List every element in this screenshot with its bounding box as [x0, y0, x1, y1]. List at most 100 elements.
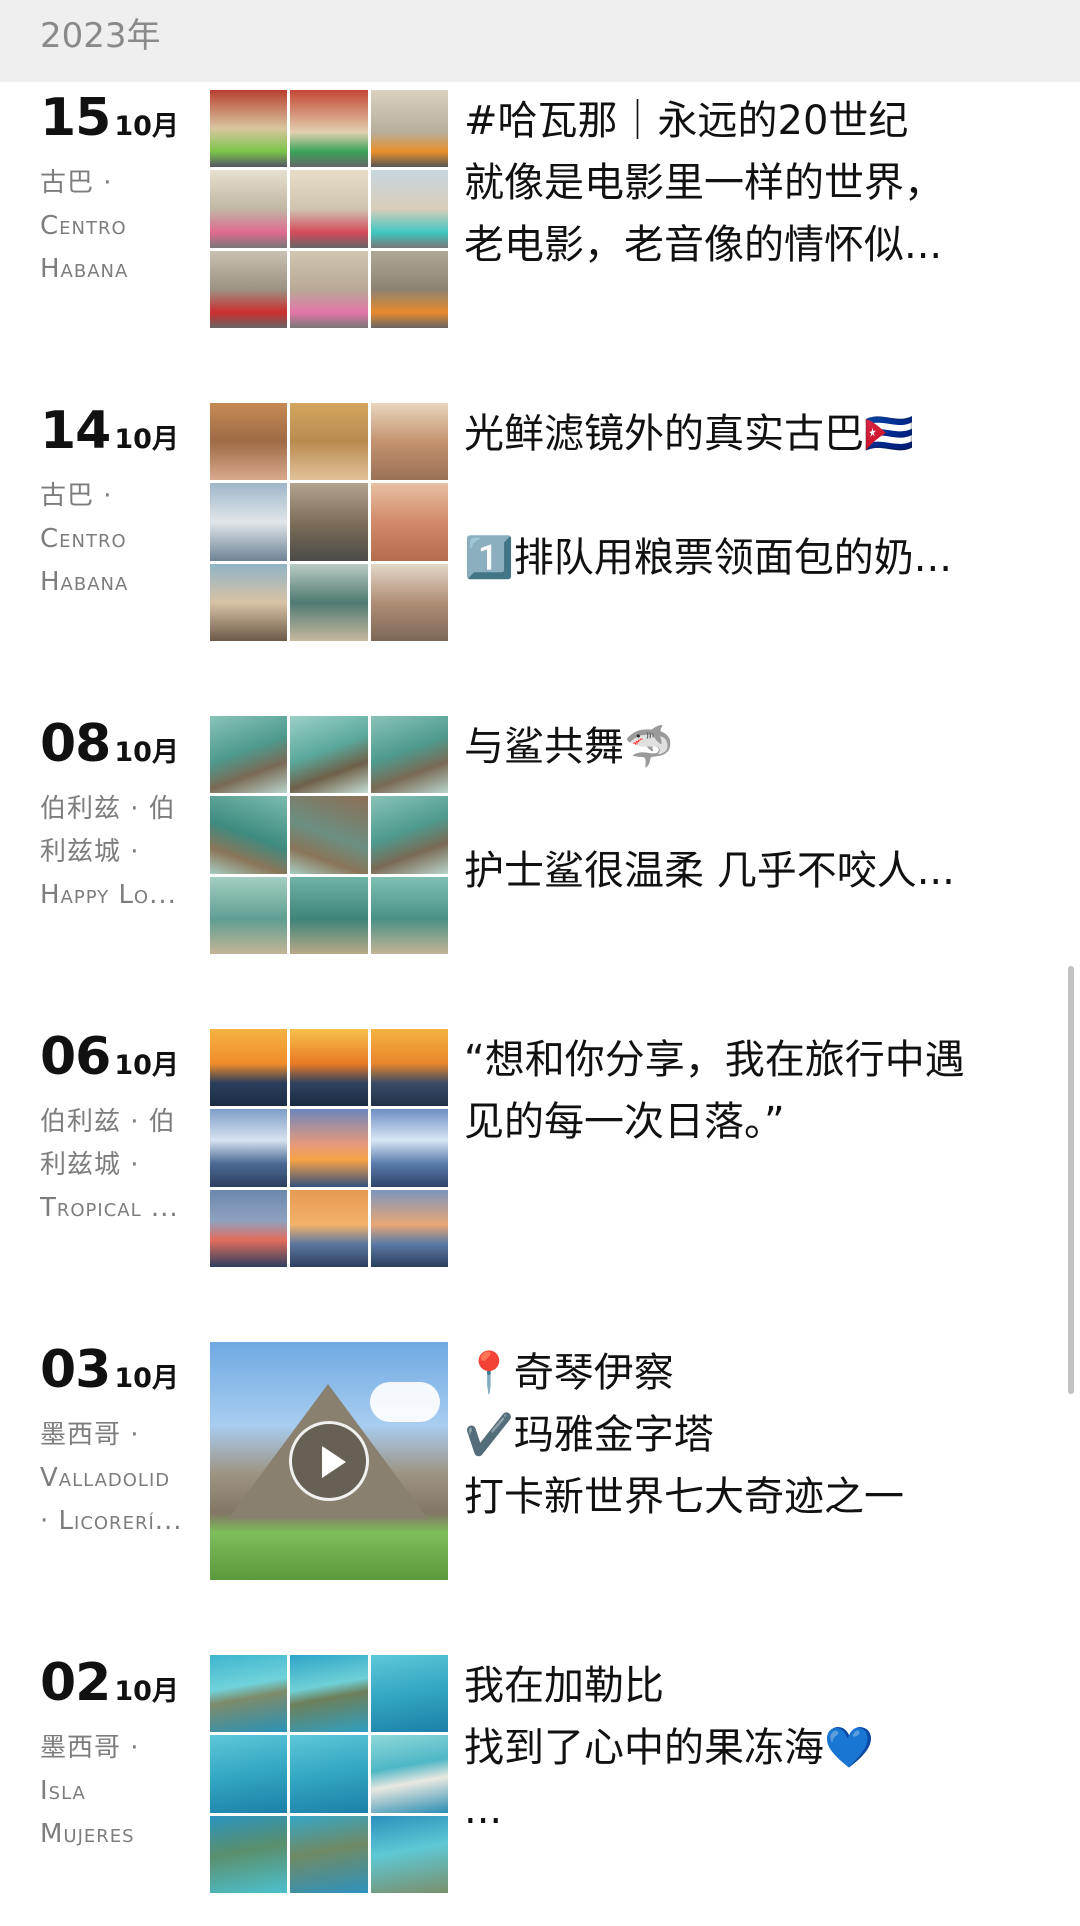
photo-thumbnail[interactable] [290, 250, 368, 328]
location-line: Habana [40, 567, 129, 597]
location-line: 伯利兹 · 伯 [40, 794, 176, 824]
photo-thumbnail[interactable] [370, 563, 448, 641]
photo-thumbnail[interactable] [370, 403, 448, 481]
photo-thumbnail[interactable] [290, 716, 368, 794]
photo-thumbnail[interactable] [290, 90, 368, 168]
location-line: Happy Lo... [40, 880, 177, 910]
photo-thumbnail[interactable] [210, 1189, 288, 1267]
photo-thumbnail[interactable] [290, 170, 368, 248]
photo-thumbnail[interactable] [370, 1735, 448, 1813]
photo-grid[interactable] [210, 1655, 448, 1893]
photo-thumbnail[interactable] [210, 1109, 288, 1187]
post-text-line [464, 465, 1044, 527]
photo-thumbnail[interactable] [210, 170, 288, 248]
photo-thumbnail[interactable] [370, 1109, 448, 1187]
moment-post[interactable]: 08 10月 伯利兹 · 伯 利兹城 · Happy Lo... 与鲨共舞🦈 护士… [0, 716, 1080, 956]
photo-grid[interactable] [210, 716, 448, 954]
photo-thumbnail[interactable] [210, 90, 288, 168]
moment-post[interactable]: 06 10月 伯利兹 · 伯 利兹城 · Tropical ... “想和你分享，… [0, 1029, 1080, 1269]
year-label: 2023年 [40, 16, 161, 56]
play-icon[interactable] [289, 1421, 369, 1501]
post-text-line: 就像是电影里一样的世界， [464, 160, 944, 206]
photo-thumbnail[interactable] [210, 250, 288, 328]
location-line: · Licorerí... [40, 1506, 183, 1536]
post-text-line [464, 778, 1044, 840]
photo-thumbnail[interactable] [210, 403, 288, 481]
location-line: 利兹城 · [40, 1150, 140, 1180]
post-location[interactable]: 伯利兹 · 伯 利兹城 · Tropical ... [40, 1101, 190, 1230]
photo-thumbnail[interactable] [370, 483, 448, 561]
video-thumbnail[interactable] [210, 1342, 448, 1580]
post-text[interactable]: #哈瓦那｜永远的20世纪 就像是电影里一样的世界， 老电影，老音像的情怀似... [464, 90, 1044, 276]
photo-grid[interactable] [210, 403, 448, 641]
location-line: Tropical ... [40, 1193, 179, 1223]
photo-thumbnail[interactable] [210, 1655, 288, 1733]
location-line: Valladolid [40, 1463, 171, 1493]
photo-thumbnail[interactable] [210, 1735, 288, 1813]
photo-thumbnail[interactable] [370, 250, 448, 328]
post-text-line: “想和你分享，我在旅行中遇 [464, 1037, 965, 1083]
post-month: 10月 [114, 1050, 179, 1081]
photo-thumbnail[interactable] [370, 1815, 448, 1893]
moment-post[interactable]: 14 10月 古巴 · Centro Habana 光鲜滤镜外的真实古巴🇨🇺 1️… [0, 403, 1080, 643]
post-text-line: 📍奇琴伊察 [464, 1350, 674, 1396]
photo-thumbnail[interactable] [290, 796, 368, 874]
post-text[interactable]: 光鲜滤镜外的真实古巴🇨🇺 1️⃣排队用粮票领面包的奶... [464, 403, 1044, 589]
moment-post[interactable]: 15 10月 古巴 · Centro Habana #哈瓦那｜永远的20世纪 就像… [0, 90, 1080, 330]
post-date: 14 10月 古巴 · Centro Habana [40, 403, 190, 604]
photo-thumbnail[interactable] [210, 563, 288, 641]
post-text-line: 我在加勒比 [464, 1663, 664, 1709]
photo-thumbnail[interactable] [370, 90, 448, 168]
post-text[interactable]: 与鲨共舞🦈 护士鲨很温柔 几乎不咬人... [464, 716, 1044, 902]
photo-thumbnail[interactable] [210, 716, 288, 794]
year-header: 2023年 [0, 0, 1080, 82]
post-text-line: 找到了心中的果冻海💙 [464, 1725, 874, 1771]
post-date: 03 10月 墨西哥 · Valladolid · Licorerí... [40, 1342, 190, 1543]
post-text-line: 老电影，老音像的情怀似... [464, 222, 943, 268]
photo-thumbnail[interactable] [290, 1109, 368, 1187]
post-text[interactable]: “想和你分享，我在旅行中遇 见的每一次日落。” [464, 1029, 1044, 1153]
post-location[interactable]: 伯利兹 · 伯 利兹城 · Happy Lo... [40, 788, 190, 917]
photo-thumbnail[interactable] [370, 876, 448, 954]
post-location[interactable]: 古巴 · Centro Habana [40, 162, 190, 291]
photo-thumbnail[interactable] [290, 1655, 368, 1733]
photo-thumbnail[interactable] [210, 1029, 288, 1107]
photo-grid[interactable] [210, 1029, 448, 1267]
post-text[interactable]: 📍奇琴伊察 ✔️玛雅金字塔 打卡新世界七大奇迹之一 [464, 1342, 1044, 1528]
location-line: 墨西哥 · [40, 1420, 140, 1450]
post-month: 10月 [114, 1363, 179, 1394]
photo-thumbnail[interactable] [370, 1189, 448, 1267]
photo-thumbnail[interactable] [210, 1815, 288, 1893]
post-text-line: 光鲜滤镜外的真实古巴🇨🇺 [464, 411, 914, 457]
moment-post[interactable]: 03 10月 墨西哥 · Valladolid · Licorerí... 📍奇琴… [0, 1342, 1080, 1582]
photo-thumbnail[interactable] [370, 170, 448, 248]
post-month: 10月 [114, 737, 179, 768]
post-location[interactable]: 墨西哥 · Isla Mujeres [40, 1727, 190, 1856]
photo-thumbnail[interactable] [290, 483, 368, 561]
photo-thumbnail[interactable] [370, 716, 448, 794]
photo-grid[interactable] [210, 90, 448, 328]
photo-thumbnail[interactable] [290, 1735, 368, 1813]
post-location[interactable]: 墨西哥 · Valladolid · Licorerí... [40, 1414, 190, 1543]
post-day: 06 [40, 1027, 111, 1087]
post-date: 02 10月 墨西哥 · Isla Mujeres [40, 1655, 190, 1856]
photo-thumbnail[interactable] [290, 1029, 368, 1107]
photo-thumbnail[interactable] [290, 876, 368, 954]
location-line: 墨西哥 · [40, 1733, 140, 1763]
photo-thumbnail[interactable] [210, 483, 288, 561]
post-month: 10月 [114, 111, 179, 142]
photo-thumbnail[interactable] [370, 1029, 448, 1107]
scrollbar[interactable] [1068, 966, 1074, 1394]
photo-thumbnail[interactable] [290, 1815, 368, 1893]
photo-thumbnail[interactable] [290, 563, 368, 641]
photo-thumbnail[interactable] [210, 876, 288, 954]
post-text-line: 与鲨共舞🦈 [464, 724, 674, 770]
photo-thumbnail[interactable] [370, 796, 448, 874]
post-text[interactable]: 我在加勒比 找到了心中的果冻海💙 ... [464, 1655, 1044, 1841]
post-location[interactable]: 古巴 · Centro Habana [40, 475, 190, 604]
photo-thumbnail[interactable] [290, 403, 368, 481]
photo-thumbnail[interactable] [290, 1189, 368, 1267]
moment-post[interactable]: 02 10月 墨西哥 · Isla Mujeres 我在加勒比 找到了心中的果冻海… [0, 1655, 1080, 1895]
photo-thumbnail[interactable] [210, 796, 288, 874]
photo-thumbnail[interactable] [370, 1655, 448, 1733]
